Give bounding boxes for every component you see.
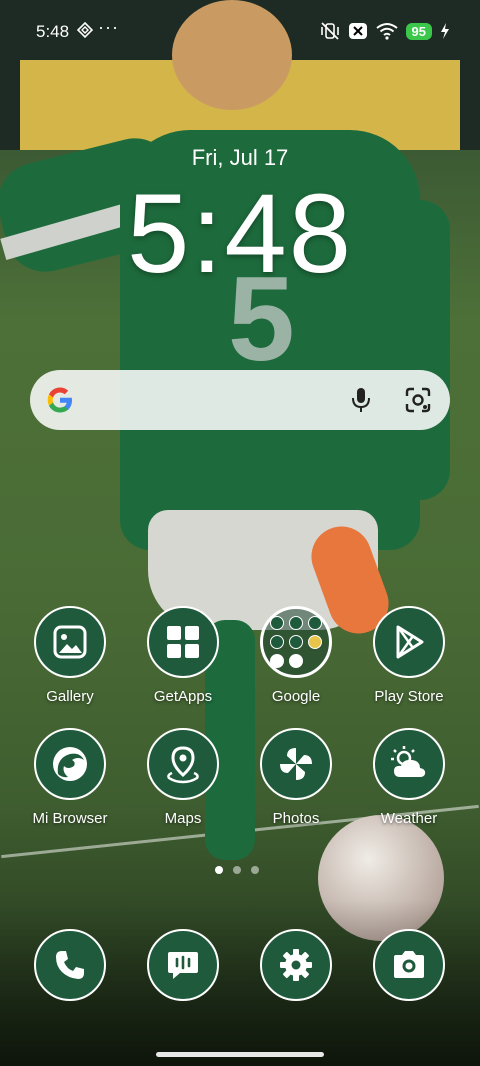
dock-phone[interactable]	[20, 929, 120, 1001]
camera-icon	[373, 929, 445, 1001]
app-maps[interactable]: Maps	[133, 728, 233, 827]
app-play-store[interactable]: Play Store	[359, 606, 459, 705]
folder-preview	[270, 616, 322, 668]
play-icon	[373, 606, 445, 678]
phone-icon	[34, 929, 106, 1001]
google-g-icon	[47, 387, 72, 413]
dock-messages[interactable]	[133, 929, 233, 1001]
wifi-icon	[375, 23, 398, 40]
app-label: Photos	[272, 810, 320, 827]
status-bar: 5:48 ··· 95	[0, 0, 480, 60]
messages-icon	[147, 929, 219, 1001]
app-getapps[interactable]: GetApps	[133, 606, 233, 705]
diamond-icon	[77, 22, 93, 38]
folder-app-mini-icon	[270, 654, 284, 668]
app-mi-browser[interactable]: Mi Browser	[20, 728, 120, 827]
x-box-icon	[348, 23, 367, 39]
folder-app-mini-icon	[289, 654, 303, 668]
app-weather[interactable]: Weather	[359, 728, 459, 827]
mic-icon[interactable]	[348, 386, 374, 414]
gallery-icon	[34, 606, 106, 678]
app-label: Weather	[380, 810, 438, 827]
app-gallery[interactable]: Gallery	[20, 606, 120, 705]
folder-app-mini-icon	[308, 635, 322, 649]
folder-app-mini-icon	[289, 616, 303, 630]
dock-settings[interactable]	[246, 929, 346, 1001]
lens-icon[interactable]	[404, 386, 432, 414]
grid-icon	[147, 606, 219, 678]
page-indicator[interactable]	[215, 866, 259, 874]
app-label: Mi Browser	[32, 810, 108, 827]
app-label: GetApps	[153, 688, 213, 705]
status-time: 5:48	[36, 22, 70, 41]
charging-icon	[441, 23, 449, 39]
pinwheel-icon	[260, 728, 332, 800]
dock-camera[interactable]	[359, 929, 459, 1001]
app-folder-google[interactable]: Google	[246, 606, 346, 705]
folder-app-mini-icon	[308, 616, 322, 630]
app-label: Play Store	[374, 688, 444, 705]
status-icons: 95	[320, 20, 450, 42]
battery-level: 95	[405, 22, 432, 40]
folder-app-mini-icon	[289, 635, 303, 649]
folder-icon	[260, 606, 332, 678]
app-label: Google	[271, 688, 321, 705]
settings-icon	[260, 929, 332, 1001]
map-pin-icon	[147, 728, 219, 800]
mute-vibrate-icon	[320, 22, 339, 40]
google-search-bar[interactable]	[30, 370, 450, 430]
app-label: Maps	[164, 810, 202, 827]
app-label: Gallery	[46, 688, 94, 705]
page-dot-active	[215, 866, 223, 874]
app-photos[interactable]: Photos	[246, 728, 346, 827]
more-notifications-icon: ···	[98, 17, 119, 37]
browser-icon	[34, 728, 106, 800]
page-dot	[233, 866, 241, 874]
page-dot	[251, 866, 259, 874]
folder-app-mini-icon	[270, 616, 284, 630]
folder-app-mini-icon	[270, 635, 284, 649]
gesture-nav-bar[interactable]	[156, 1052, 324, 1057]
widget-date[interactable]: Fri, Jul 17	[0, 145, 480, 171]
widget-clock[interactable]: 5:48	[0, 178, 480, 290]
weather-icon	[373, 728, 445, 800]
